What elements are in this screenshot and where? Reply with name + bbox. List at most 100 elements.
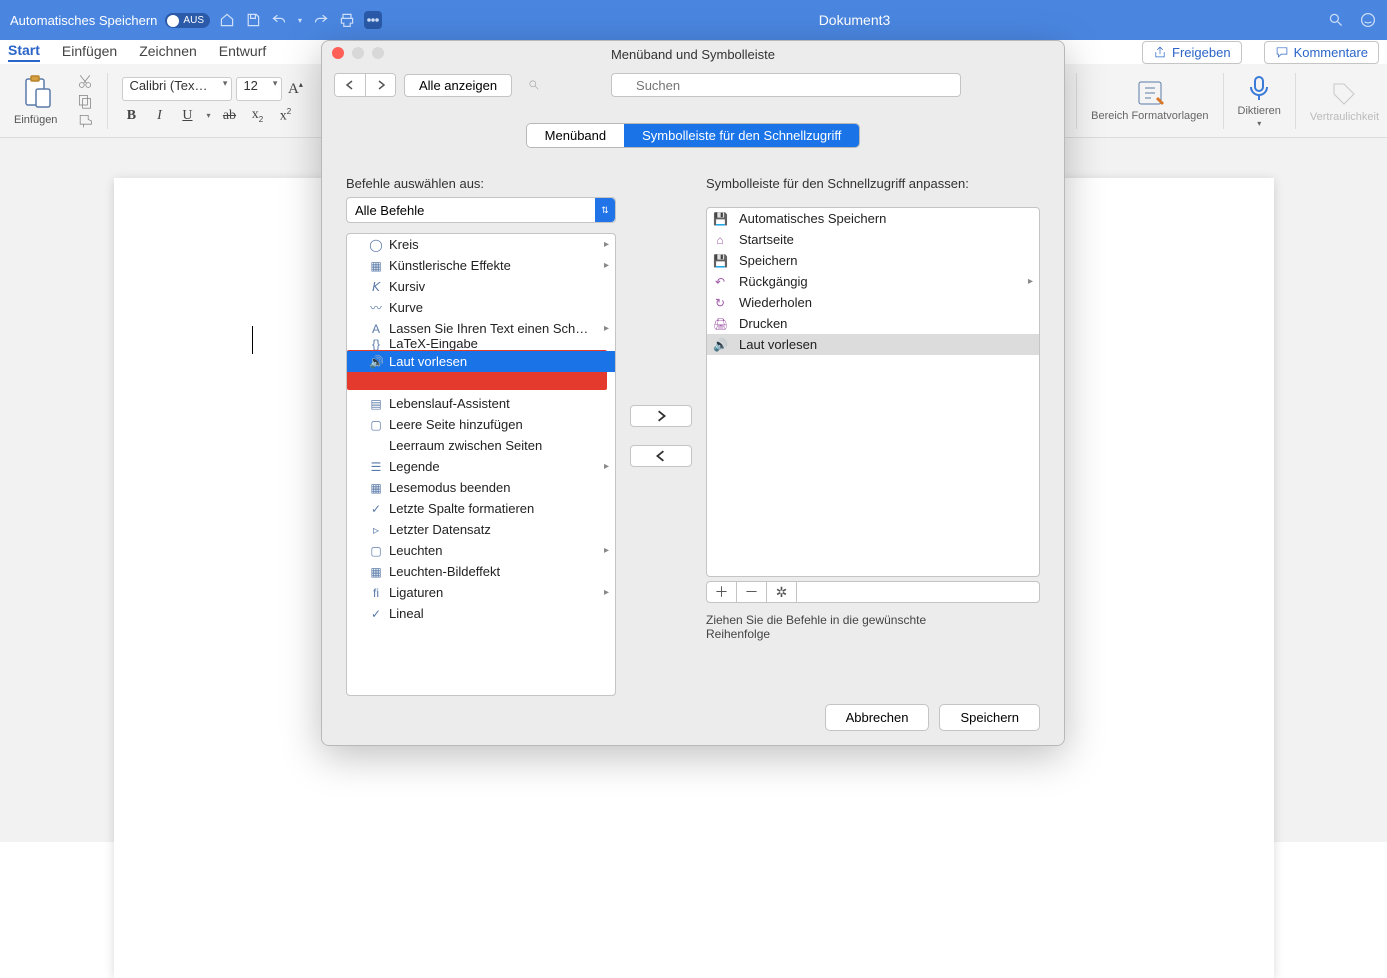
qat-item[interactable]: 💾Automatisches Speichern <box>707 208 1039 229</box>
dialog-titlebar: Menüband und Symbolleiste <box>322 41 1064 67</box>
microphone-icon <box>1244 73 1274 103</box>
remove-item-button[interactable]: － <box>737 582 767 602</box>
remove-command-button[interactable] <box>630 445 692 467</box>
add-command-button[interactable] <box>630 405 692 427</box>
drag-hint: Ziehen Sie die Befehle in die gewünschte… <box>706 613 946 641</box>
command-item[interactable]: ▦Künstlerische Effekte▸ <box>347 255 615 276</box>
nav-forward-button[interactable] <box>365 74 395 96</box>
redo-icon[interactable] <box>312 11 330 29</box>
command-icon: fi <box>369 586 383 600</box>
command-item[interactable]: ▤Lebenslauf-Assistent <box>347 393 615 414</box>
undo-dropdown-icon[interactable]: ▾ <box>296 11 304 29</box>
qat-commands-list[interactable]: 💾Automatisches Speichern⌂Startseite💾Spei… <box>706 207 1040 577</box>
tab-insert[interactable]: Einfügen <box>62 43 117 61</box>
save-button[interactable]: Speichern <box>939 704 1040 731</box>
add-item-button[interactable]: ＋ <box>707 582 737 602</box>
qat-item-label: Rückgängig <box>739 274 808 289</box>
smiley-icon[interactable] <box>1359 11 1377 29</box>
tab-start[interactable]: Start <box>8 42 40 62</box>
qat-item[interactable]: 🖨Drucken <box>707 313 1039 334</box>
command-item[interactable]: ✓Lineal <box>347 603 615 624</box>
qat-item[interactable]: 💾Speichern <box>707 250 1039 271</box>
qat-item[interactable]: 🔊Laut vorlesen <box>707 334 1039 355</box>
command-item[interactable]: 🔊 Laut vorlesen <box>347 351 615 372</box>
search-icon[interactable] <box>1327 11 1345 29</box>
more-icon[interactable] <box>364 11 382 29</box>
command-item[interactable]: ☰Legende▸ <box>347 456 615 477</box>
command-item[interactable]: ▦Lesemodus beenden <box>347 477 615 498</box>
superscript-button[interactable]: x2 <box>276 107 294 125</box>
command-label: Legende <box>389 459 440 474</box>
share-button[interactable]: Freigeben <box>1142 41 1242 64</box>
qat-item[interactable]: ⌂Startseite <box>707 229 1039 250</box>
qat-item[interactable]: ↶Rückgängig▸ <box>707 271 1039 292</box>
dialog-search-input[interactable] <box>611 73 961 97</box>
command-label: Laut vorlesen <box>389 354 467 369</box>
cut-icon[interactable] <box>77 73 93 89</box>
subscript-button[interactable]: x2 <box>248 107 266 124</box>
qat-item-label: Speichern <box>739 253 798 268</box>
command-label: Lebenslauf-Assistent <box>389 396 510 411</box>
customize-qat-label: Symbolleiste für den Schnellzugriff anpa… <box>706 176 1040 191</box>
close-traffic-light[interactable] <box>332 47 344 59</box>
underline-dropdown-icon[interactable]: ▾ <box>206 111 210 120</box>
command-label: Lassen Sie Ihren Text einen Sch… <box>389 321 588 336</box>
command-item[interactable]: fiLigaturen▸ <box>347 582 615 603</box>
command-icon: 🔊 <box>369 355 383 369</box>
qat-list-tools: ＋ － ✲ <box>706 581 1040 603</box>
chevron-down-icon[interactable]: ▾ <box>1257 119 1261 128</box>
save-icon[interactable] <box>244 11 262 29</box>
text-cursor <box>252 326 253 354</box>
undo-icon[interactable] <box>270 11 288 29</box>
command-item[interactable]: ✓Letzte Spalte formatieren <box>347 498 615 519</box>
commands-source-combo[interactable]: Alle Befehle ⇅ <box>346 197 616 223</box>
styles-pane-button[interactable]: Bereich Formatvorlagen <box>1091 78 1208 122</box>
nav-back-button[interactable] <box>335 74 365 96</box>
command-item[interactable]: ◯Kreis▸ <box>347 234 615 255</box>
dictate-button[interactable]: Diktieren ▾ <box>1238 73 1281 128</box>
command-item[interactable]: 〰Kurve <box>347 297 615 318</box>
command-icon: ▢ <box>369 544 383 558</box>
qat-item-label: Laut vorlesen <box>739 337 817 352</box>
comments-button[interactable]: Kommentare <box>1264 41 1379 64</box>
command-item[interactable]: 𝘒Kursiv <box>347 276 615 297</box>
bold-button[interactable]: B <box>122 108 140 124</box>
cancel-button[interactable]: Abbrechen <box>825 704 930 731</box>
underline-button[interactable]: U <box>178 108 196 124</box>
command-item[interactable]: ▹Letzter Datensatz <box>347 519 615 540</box>
comment-icon <box>1275 45 1289 59</box>
italic-button[interactable]: I <box>150 108 168 124</box>
command-item[interactable]: Leerraum zwischen Seiten <box>347 435 615 456</box>
tab-ribbon[interactable]: Menüband <box>527 124 624 147</box>
tab-quick-access-toolbar[interactable]: Symbolleiste für den Schnellzugriff <box>624 124 859 147</box>
tab-draw[interactable]: Zeichnen <box>139 43 197 61</box>
dialog-title: Menüband und Symbolleiste <box>611 47 775 62</box>
font-size-select[interactable]: 12▾ <box>236 77 282 101</box>
command-item[interactable]: ALassen Sie Ihren Text einen Sch…▸ <box>347 318 615 339</box>
strike-button[interactable]: ab <box>220 108 238 124</box>
paste-label: Einfügen <box>14 114 57 126</box>
grow-font-icon[interactable]: A▴ <box>286 80 304 98</box>
available-commands-list[interactable]: ◯Kreis▸▦Künstlerische Effekte▸𝘒Kursiv〰Ku… <box>346 233 616 696</box>
font-name-select[interactable]: Calibri (Tex…▾ <box>122 77 232 101</box>
format-painter-icon[interactable] <box>77 113 93 129</box>
search-icon <box>528 79 540 91</box>
command-icon: ▦ <box>369 481 383 495</box>
command-item[interactable]: ▢Leere Seite hinzufügen <box>347 414 615 435</box>
autosave-toggle[interactable]: AUS <box>165 13 210 28</box>
qat-item[interactable]: ↻Wiederholen <box>707 292 1039 313</box>
copy-icon[interactable] <box>77 93 93 109</box>
home-icon[interactable] <box>218 11 236 29</box>
settings-button[interactable]: ✲ <box>767 582 797 602</box>
submenu-indicator-icon: ▸ <box>604 239 609 250</box>
command-item[interactable]: ▦Leuchten-Bildeffekt <box>347 561 615 582</box>
command-item[interactable]: ▢Leuchten▸ <box>347 540 615 561</box>
show-all-button[interactable]: Alle anzeigen <box>404 74 512 97</box>
paste-group[interactable]: Einfügen <box>8 75 63 126</box>
tab-design[interactable]: Entwurf <box>219 43 266 61</box>
command-icon: ▦ <box>369 259 383 273</box>
print-icon[interactable] <box>338 11 356 29</box>
command-label: Leuchten <box>389 543 443 558</box>
qat-item-icon: 🖨 <box>713 317 727 331</box>
document-title: Dokument3 <box>382 12 1327 28</box>
